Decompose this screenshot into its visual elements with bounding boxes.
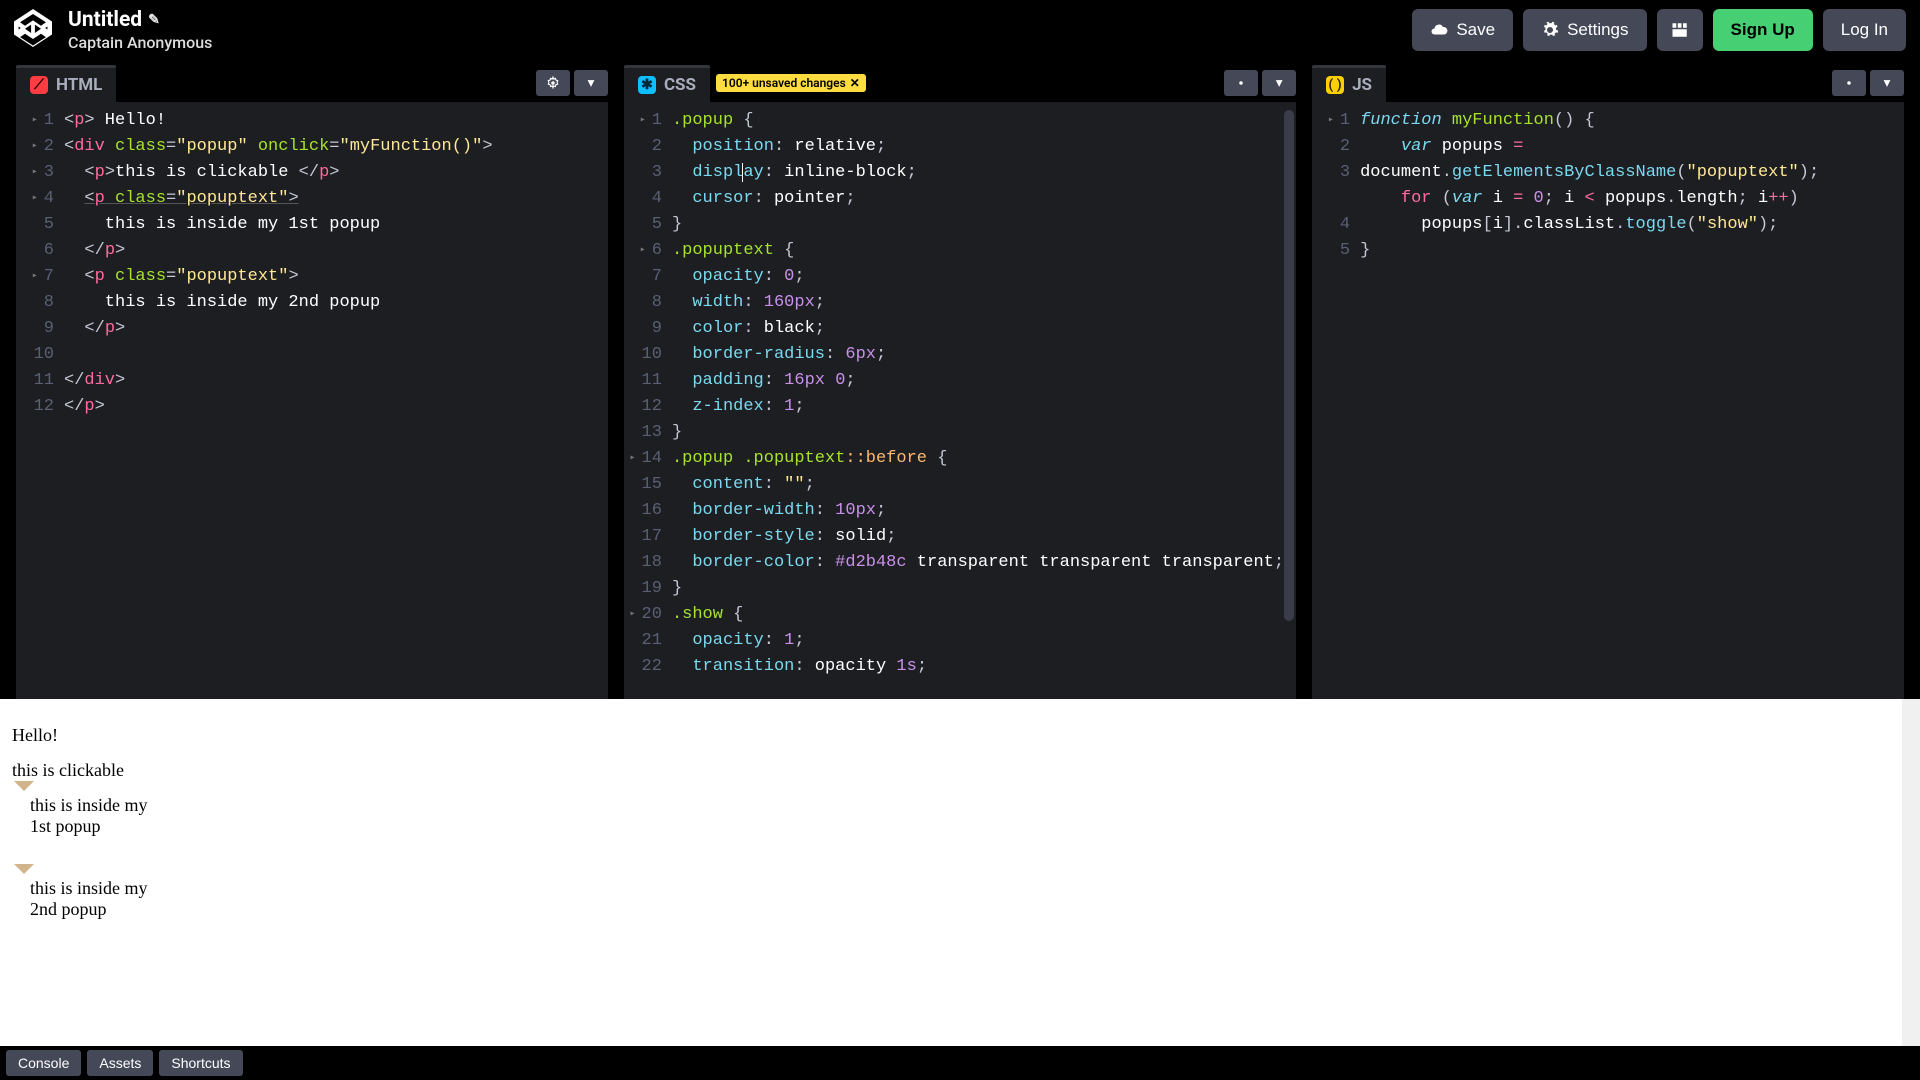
console-button[interactable]: Console xyxy=(6,1050,81,1076)
result-popup-1: this is inside my 1st popup xyxy=(12,795,172,837)
html-dropdown-button[interactable]: ▾ xyxy=(574,70,608,96)
pen-author[interactable]: Captain Anonymous xyxy=(68,33,212,52)
js-dropdown-button[interactable]: ▾ xyxy=(1870,70,1904,96)
codepen-logo[interactable] xyxy=(14,9,52,51)
js-pane-header: ( ) JS ▾ xyxy=(1312,64,1904,102)
html-gutter: ▸1 ▸2 ▸3 ▸4 5 6 ▸7 8 9 10 11 12 xyxy=(16,102,64,699)
js-tab[interactable]: ( ) JS xyxy=(1312,65,1386,102)
edit-title-icon[interactable]: ✎ xyxy=(148,12,160,29)
result-popup-2: this is inside my 2nd popup xyxy=(12,878,172,920)
unsaved-badge-label: 100+ unsaved changes xyxy=(722,76,846,90)
html-pane-controls: ▾ xyxy=(536,70,608,96)
gear-icon xyxy=(1541,21,1559,39)
unsaved-badge[interactable]: 100+ unsaved changes ✕ xyxy=(716,74,866,92)
pen-title-row[interactable]: Untitled ✎ xyxy=(68,8,212,33)
css-dropdown-button[interactable]: ▾ xyxy=(1262,70,1296,96)
html-tab-label: HTML xyxy=(56,75,102,95)
js-editor[interactable]: ▸1 2 3 4 5 function myFunction() { var p… xyxy=(1312,102,1904,699)
login-button[interactable]: Log In xyxy=(1823,9,1906,51)
css-pane-header: ✱ CSS 100+ unsaved changes ✕ ▾ xyxy=(624,64,1296,102)
result-clickable[interactable]: this is clickable xyxy=(12,760,1908,781)
gear-icon xyxy=(546,76,560,90)
js-settings-button[interactable] xyxy=(1832,70,1866,96)
login-label: Log In xyxy=(1841,20,1888,40)
header: Untitled ✎ Captain Anonymous Save Settin… xyxy=(0,0,1920,64)
header-actions: Save Settings Sign Up Log In xyxy=(1412,9,1906,51)
cloud-icon xyxy=(1430,21,1448,39)
editor-panes: ⟋ HTML ▾ ▸1 ▸2 ▸3 ▸4 5 6 ▸7 8 9 10 11 12 xyxy=(0,64,1920,699)
js-code[interactable]: function myFunction() { var popups = doc… xyxy=(1360,102,1904,699)
chevron-down-icon: ▾ xyxy=(588,75,595,91)
result-preview[interactable]: Hello! this is clickable this is inside … xyxy=(0,699,1920,1046)
css-pane: ✱ CSS 100+ unsaved changes ✕ ▾ ▸1 2 3 4 … xyxy=(624,64,1296,699)
html-pane: ⟋ HTML ▾ ▸1 ▸2 ▸3 ▸4 5 6 ▸7 8 9 10 11 12 xyxy=(16,64,608,699)
gear-icon xyxy=(1234,76,1248,90)
css-code[interactable]: .popup { position: relative; display: in… xyxy=(672,102,1296,699)
chevron-down-icon: ▾ xyxy=(1884,75,1891,91)
chevron-down-icon: ▾ xyxy=(1276,75,1283,91)
css-gutter: ▸1 2 3 4 5 ▸6 7 8 9 10 11 12 13 ▸14 15 1… xyxy=(624,102,672,699)
signup-button[interactable]: Sign Up xyxy=(1713,9,1813,51)
html-editor[interactable]: ▸1 ▸2 ▸3 ▸4 5 6 ▸7 8 9 10 11 12 <p> Hell… xyxy=(16,102,608,699)
css-badge-icon: ✱ xyxy=(638,76,656,94)
css-tab[interactable]: ✱ CSS xyxy=(624,65,710,102)
close-icon[interactable]: ✕ xyxy=(850,76,860,90)
js-gutter: ▸1 2 3 4 5 xyxy=(1312,102,1360,699)
signup-label: Sign Up xyxy=(1731,20,1795,40)
save-label: Save xyxy=(1456,20,1495,40)
html-tab[interactable]: ⟋ HTML xyxy=(16,65,116,102)
html-code[interactable]: <p> Hello! <div class="popup" onclick="m… xyxy=(64,102,608,699)
js-pane-controls: ▾ xyxy=(1832,70,1904,96)
assets-button[interactable]: Assets xyxy=(87,1050,153,1076)
header-left: Untitled ✎ Captain Anonymous xyxy=(14,8,212,52)
pen-title: Untitled xyxy=(68,8,142,33)
title-block: Untitled ✎ Captain Anonymous xyxy=(68,8,212,52)
shortcuts-button[interactable]: Shortcuts xyxy=(159,1050,242,1076)
settings-label: Settings xyxy=(1567,20,1628,40)
footer: Console Assets Shortcuts xyxy=(0,1046,1920,1080)
layout-icon xyxy=(1671,21,1689,39)
css-tab-label: CSS xyxy=(664,75,696,95)
result-hello: Hello! xyxy=(12,725,1908,746)
html-settings-button[interactable] xyxy=(536,70,570,96)
js-tab-label: JS xyxy=(1352,75,1372,95)
css-settings-button[interactable] xyxy=(1224,70,1258,96)
css-pane-controls: ▾ xyxy=(1224,70,1296,96)
save-button[interactable]: Save xyxy=(1412,9,1513,51)
html-badge-icon: ⟋ xyxy=(30,76,48,94)
result-scrollbar[interactable] xyxy=(1902,699,1920,1046)
settings-button[interactable]: Settings xyxy=(1523,9,1646,51)
js-pane: ( ) JS ▾ ▸1 2 3 4 5 function myFunction(… xyxy=(1312,64,1904,699)
css-scrollbar-thumb[interactable] xyxy=(1284,110,1294,621)
css-editor[interactable]: ▸1 2 3 4 5 ▸6 7 8 9 10 11 12 13 ▸14 15 1… xyxy=(624,102,1296,699)
css-scrollbar[interactable] xyxy=(1284,110,1294,691)
html-pane-header: ⟋ HTML ▾ xyxy=(16,64,608,102)
layout-button[interactable] xyxy=(1657,9,1703,51)
gear-icon xyxy=(1842,76,1856,90)
js-badge-icon: ( ) xyxy=(1326,76,1344,94)
